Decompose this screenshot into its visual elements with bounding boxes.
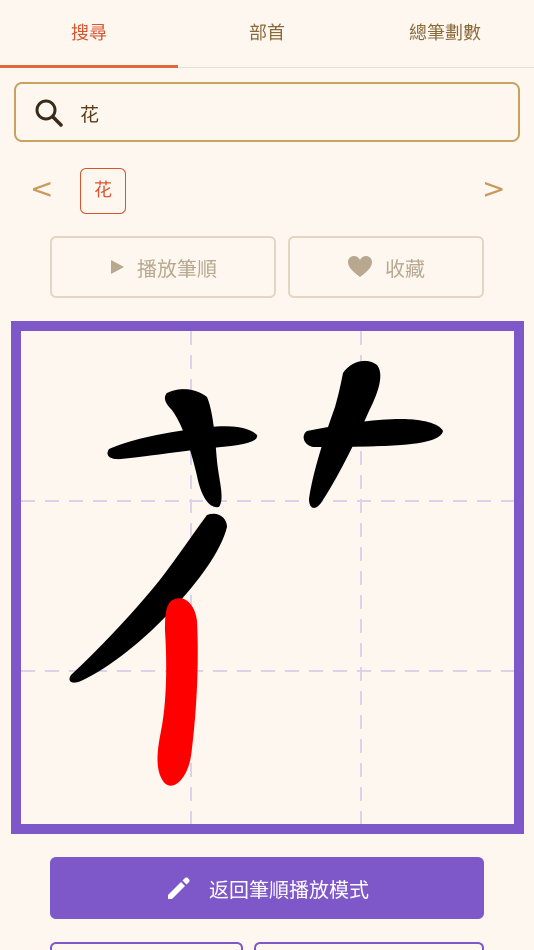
stroke-6-highlighted xyxy=(157,598,198,786)
current-char-chip[interactable]: 花 xyxy=(80,168,126,214)
tab-bar: 搜尋 部首 總筆劃數 xyxy=(0,0,534,68)
tab-search[interactable]: 搜尋 xyxy=(0,0,178,68)
stroke-1 xyxy=(107,426,258,460)
tab-stroke-count[interactable]: 總筆劃數 xyxy=(356,0,534,68)
stroke-order-canvas[interactable] xyxy=(11,321,524,834)
active-tab-indicator xyxy=(0,65,178,68)
play-icon xyxy=(111,260,124,274)
return-button-label: 返回筆順播放模式 xyxy=(209,877,369,902)
character-stroke-drawing xyxy=(21,331,514,824)
bottom-right-button[interactable] xyxy=(254,942,484,950)
next-char-button[interactable]: > xyxy=(482,172,505,205)
tab-radical[interactable]: 部首 xyxy=(178,0,356,68)
play-label: 播放筆順 xyxy=(137,256,217,281)
favorite-button[interactable]: 收藏 xyxy=(288,236,484,298)
pencil-icon xyxy=(168,877,190,899)
search-box[interactable] xyxy=(14,82,520,142)
bottom-left-button[interactable] xyxy=(50,942,243,950)
search-icon xyxy=(35,99,63,127)
search-input[interactable] xyxy=(80,96,500,130)
return-stroke-playback-button[interactable]: 返回筆順播放模式 xyxy=(50,857,484,919)
favorite-label: 收藏 xyxy=(385,256,425,281)
heart-icon xyxy=(348,256,372,277)
play-stroke-order-button[interactable]: 播放筆順 xyxy=(50,236,276,298)
stroke-5 xyxy=(69,513,227,683)
guide-grid xyxy=(21,331,514,824)
previous-char-button[interactable]: < xyxy=(30,172,53,205)
